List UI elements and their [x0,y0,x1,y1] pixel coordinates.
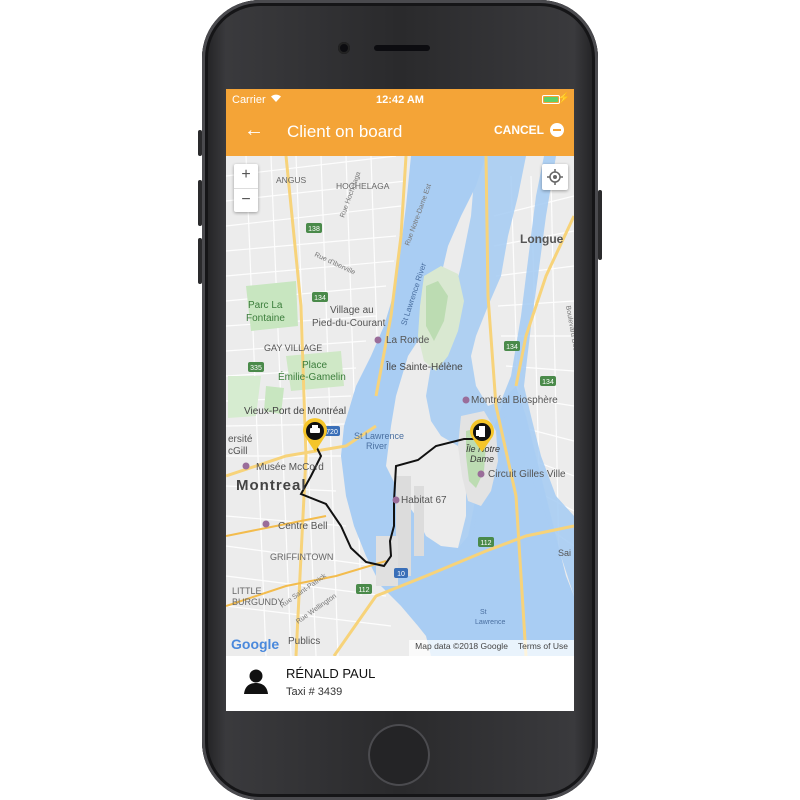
driver-name: RÉNALD PAUL [286,666,376,681]
map-label-vieux-port: Vieux-Port de Montréal [244,406,346,417]
back-arrow-icon[interactable]: ← [244,119,264,141]
zoom-out-button[interactable]: − [234,189,258,213]
cancel-label: CANCEL [494,123,544,137]
minus-circle-icon [550,123,564,137]
map-label-habitat-67: Habitat 67 [401,495,447,506]
map-label-musee-mccord: Musée McCord [256,462,324,473]
route-112-label: 112 [358,587,369,594]
map-label-gay-village: GAY VILLAGE [264,343,322,353]
route-134-label: 134 [314,295,326,302]
home-button[interactable] [368,724,430,786]
map-label-universite-1: ersité [228,434,253,445]
map-attribution: Map data ©2018 Google Terms of Use [409,640,574,656]
zoom-controls: + − [234,164,258,212]
map-label-little-burgundy-2: BURGUNDY [232,597,284,607]
map-label-publics: Publics [288,636,320,647]
map-canvas[interactable]: 138 134 134 134 335 720 112 112 10 ANGUS… [226,156,574,656]
map-label-parc-la-fontaine-1: Parc La [248,300,283,311]
map-label-sai: Sai [558,548,571,558]
screen-title: Client on board [287,122,403,141]
map-label-la-ronde: La Ronde [386,335,430,346]
crosshair-icon [547,169,563,185]
app-bar: Carrier 12:42 AM ⚡ ← Client on board CAN… [226,89,574,156]
map-label-circuit-gilles: Circuit Gilles Ville [488,469,566,480]
route-335-label: 335 [250,365,262,372]
map-view[interactable]: 138 134 134 134 335 720 112 112 10 ANGUS… [226,156,574,656]
my-location-button[interactable] [542,164,568,190]
map-label-place-1: Place [302,360,327,371]
volume-down-button [198,238,202,284]
route-112-label: 112 [480,540,491,547]
map-label-village-2: Pied-du-Courant [312,318,386,329]
power-button [598,190,602,260]
zoom-in-button[interactable]: + [234,164,258,189]
charging-icon: ⚡ [557,93,570,104]
map-label-griffintown: GRIFFINTOWN [270,552,333,562]
status-bar: Carrier 12:42 AM ⚡ [226,89,574,111]
map-label-longueuil: Longue [520,232,564,246]
map-data-label: Map data ©2018 Google [415,641,508,651]
map-label-hochelaga: HOCHELAGA [336,181,390,191]
route-138-label: 138 [308,226,320,233]
route-134-label: 134 [542,379,554,386]
map-label-centre-bell: Centre Bell [278,521,327,532]
route-10-label: 10 [397,571,405,578]
taxi-number: Taxi # 3439 [286,686,343,698]
map-label-st-lawrence-2a: St Lawrence [354,431,404,441]
map-label-st-lawrence-3a: St [480,609,487,616]
map-label-montreal: Montreal [236,477,307,494]
map-label-parc-la-fontaine-2: Fontaine [246,313,285,324]
person-silhouette-icon [244,669,268,694]
phone-screen: Carrier 12:42 AM ⚡ ← Client on board CAN… [226,89,574,711]
map-label-village-1: Village au [330,305,374,316]
status-time: 12:42 AM [376,94,424,106]
map-label-place-2: Émilie-Gamelin [278,370,346,383]
map-label-montreal-biosphere: Montréal Biosphère [471,395,558,406]
route-134-label: 134 [506,344,518,351]
map-label-angus: ANGUS [276,175,307,185]
route-720-label: 720 [326,429,338,436]
map-label-little-burgundy-1: LITTLE [232,586,262,596]
front-camera [338,42,350,54]
volume-up-button [198,180,202,226]
map-label-universite-2: cGill [228,446,247,457]
cancel-button[interactable]: CANCEL [494,123,564,137]
map-label-st-lawrence-3b: Lawrence [475,619,505,626]
map-label-ile-notre-dame-2: Dame [470,454,494,464]
terms-of-use-link[interactable]: Terms of Use [518,641,568,655]
map-label-ile-sainte-helene: Île Sainte-Hélène [385,360,463,373]
mute-switch [198,130,202,156]
google-logo: Google [231,636,280,652]
driver-panel: RÉNALD PAUL Taxi # 3439 [226,656,574,711]
earpiece-speaker [374,45,430,51]
map-label-st-lawrence-2b: River [366,441,387,451]
